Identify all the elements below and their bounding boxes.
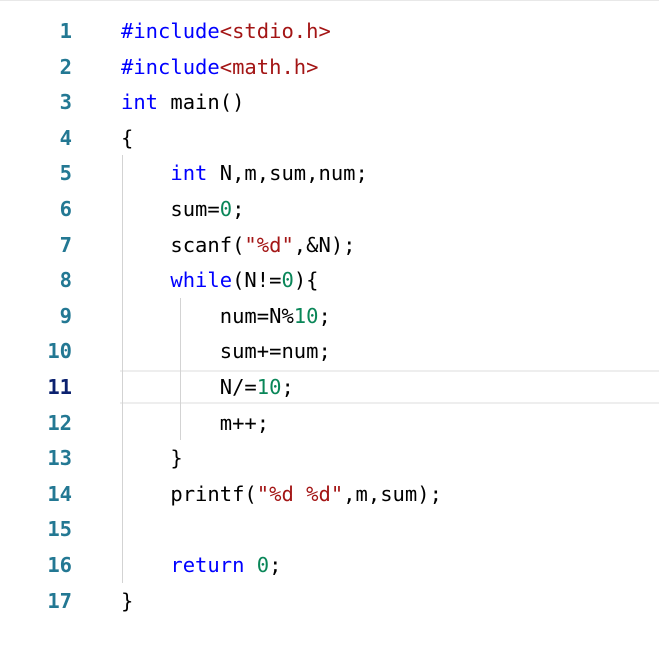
- line-number: 3: [59, 90, 72, 115]
- code-token: {: [121, 125, 134, 150]
- line-number: 13: [47, 446, 72, 471]
- line-number: 15: [47, 517, 72, 542]
- code-line[interactable]: 17}: [0, 583, 659, 619]
- line-number: 2: [59, 54, 72, 79]
- code-line[interactable]: 10 sum+=num;: [0, 333, 659, 369]
- line-code[interactable]: scanf("%d",&N);: [121, 227, 356, 263]
- code-token: "%d": [244, 232, 294, 257]
- code-token: ;: [318, 303, 331, 328]
- code-token: #include: [121, 19, 220, 43]
- code-token: printf(: [121, 481, 257, 506]
- code-line[interactable]: 1 #include<stdio.h>: [0, 13, 659, 49]
- line-code[interactable]: num=N%10;: [121, 298, 331, 334]
- line-number: 16: [47, 553, 72, 577]
- code-token: 0: [281, 268, 294, 293]
- code-line[interactable]: 9 num=N%10;: [0, 298, 659, 334]
- line-code[interactable]: m++;: [121, 405, 269, 441]
- code-line[interactable]: 13 }: [0, 440, 659, 476]
- code-token: int: [170, 161, 208, 186]
- code-token: ,m,sum);: [343, 481, 442, 506]
- code-token: ){: [293, 268, 319, 293]
- line-number: 4: [59, 125, 72, 150]
- line-number: 1: [59, 19, 72, 43]
- code-line[interactable]: 11 N/=10;: [0, 369, 659, 405]
- line-number: 17: [47, 588, 72, 613]
- code-token: sum+=num;: [121, 339, 331, 364]
- code-line[interactable]: 12 m++;: [0, 405, 659, 441]
- code-line[interactable]: 3 int main(): [0, 84, 659, 120]
- code-token: stdio.h: [232, 19, 319, 43]
- line-number: 8: [59, 268, 72, 293]
- code-line[interactable]: 8 while(N!=0){: [0, 262, 659, 298]
- code-token: N,m,sum,num;: [207, 161, 368, 186]
- code-token: "%d %d": [256, 481, 344, 506]
- line-number: 11: [47, 375, 72, 399]
- code-token: 0: [219, 197, 233, 221]
- code-line[interactable]: 4{: [0, 120, 659, 156]
- line-code[interactable]: #include<stdio.h>: [121, 13, 331, 49]
- line-number: 14: [47, 481, 72, 506]
- line-number: 5: [59, 161, 72, 186]
- line-code[interactable]: {: [121, 120, 133, 156]
- code-line[interactable]: 14 printf("%d %d",m,sum);: [0, 476, 659, 512]
- code-token: math.h: [232, 54, 307, 79]
- line-number: 9: [59, 303, 72, 328]
- code-token: ;: [281, 375, 294, 399]
- code-token: num=N%: [121, 303, 294, 328]
- line-number: 10: [47, 339, 72, 364]
- code-token: while: [170, 268, 233, 293]
- code-token: >: [318, 19, 331, 43]
- line-code[interactable]: sum=0;: [121, 191, 244, 227]
- code-line[interactable]: 2 #include<math.h>: [0, 49, 659, 85]
- line-code[interactable]: }: [121, 583, 133, 619]
- code-line[interactable]: 7 scanf("%d",&N);: [0, 227, 659, 263]
- code-token: m++;: [121, 410, 270, 435]
- line-code[interactable]: N/=10;: [121, 369, 294, 405]
- line-code[interactable]: sum+=num;: [121, 333, 331, 369]
- code-line[interactable]: 16 return 0;: [0, 547, 659, 583]
- line-code[interactable]: while(N!=0){: [121, 262, 319, 298]
- code-token: 0: [256, 553, 270, 577]
- code-token: ;: [269, 553, 282, 577]
- line-code[interactable]: return 0;: [121, 547, 281, 583]
- code-token: #include: [121, 54, 220, 79]
- code-token: >: [306, 54, 319, 79]
- line-code[interactable]: printf("%d %d",m,sum);: [121, 476, 442, 512]
- code-token: <: [219, 19, 233, 43]
- line-number: 6: [59, 197, 72, 221]
- line-code[interactable]: }: [121, 440, 183, 476]
- code-token: ;: [232, 197, 245, 221]
- code-token: 10: [256, 375, 282, 399]
- line-code[interactable]: int N,m,sum,num;: [121, 155, 368, 191]
- code-token: }: [121, 446, 183, 471]
- code-token: return: [170, 553, 245, 577]
- code-line[interactable]: 5 int N,m,sum,num;: [0, 155, 659, 191]
- code-line[interactable]: 15: [0, 511, 659, 547]
- code-token: main(): [158, 90, 245, 115]
- code-token: scanf(: [121, 232, 245, 257]
- code-token: (N!=: [232, 268, 282, 293]
- code-token: <: [219, 54, 233, 79]
- code-token: 10: [293, 303, 319, 328]
- line-number: 7: [59, 232, 72, 257]
- code-token: sum=: [121, 197, 220, 221]
- line-code[interactable]: #include<math.h>: [121, 49, 319, 85]
- code-token: int: [121, 90, 159, 115]
- code-line[interactable]: 6 sum=0;: [0, 191, 659, 227]
- line-code[interactable]: int main(): [121, 84, 244, 120]
- code-token: }: [121, 588, 134, 613]
- code-token: N/=: [121, 375, 257, 399]
- line-number: 12: [47, 410, 72, 435]
- code-editor[interactable]: 1 #include<stdio.h> 2 #include<math.h> 3 int …: [0, 0, 659, 657]
- code-token: ,&N);: [293, 232, 356, 257]
